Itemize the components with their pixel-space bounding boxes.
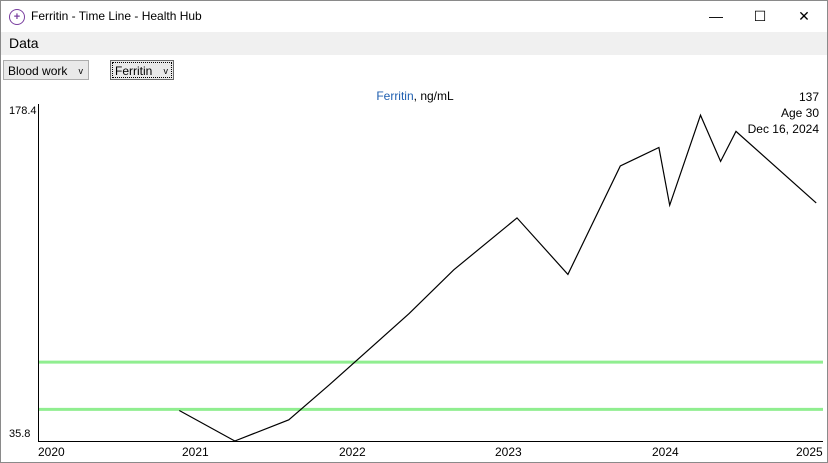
app-window: + Ferritin - Time Line - Health Hub — ☐ … <box>0 0 828 463</box>
data-point[interactable] <box>718 158 724 164</box>
data-point[interactable] <box>514 215 520 221</box>
data-point[interactable] <box>813 200 819 206</box>
data-point[interactable] <box>656 145 662 151</box>
data-point[interactable] <box>326 382 332 388</box>
data-point[interactable] <box>565 271 571 277</box>
timeline-chart[interactable] <box>1 1 827 462</box>
data-point[interactable] <box>698 112 704 118</box>
data-point[interactable] <box>286 417 292 423</box>
data-point[interactable] <box>176 408 182 414</box>
data-point[interactable] <box>406 311 412 317</box>
data-point[interactable] <box>667 202 673 208</box>
data-point[interactable] <box>232 438 238 444</box>
data-point[interactable] <box>451 267 457 273</box>
data-point[interactable] <box>733 128 739 134</box>
data-point[interactable] <box>617 163 623 169</box>
